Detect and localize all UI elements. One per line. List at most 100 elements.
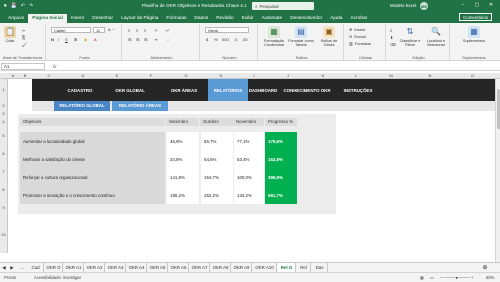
- format-painter-icon[interactable]: 🖌: [22, 42, 27, 47]
- align-top-icon[interactable]: ≡: [128, 28, 130, 33]
- indent-icon[interactable]: ⇥: [154, 37, 157, 42]
- progress-cell[interactable]: 152,8%: [265, 150, 297, 168]
- borders-icon[interactable]: ⊞: [74, 37, 77, 42]
- align-center-icon[interactable]: ☰: [136, 37, 140, 42]
- maximize-icon[interactable]: ▢: [472, 2, 482, 10]
- month-value-cell[interactable]: 252,2%: [200, 186, 233, 204]
- nav-item[interactable]: OKR GLOBAL: [100, 79, 160, 101]
- thousands-icon[interactable]: 000: [222, 37, 229, 42]
- normal-view-icon[interactable]: ▦: [420, 275, 424, 280]
- row-header[interactable]: 4: [0, 116, 8, 127]
- align-left-icon[interactable]: ☰: [128, 37, 132, 42]
- objective-cell[interactable]: Promover a inovação e o crescimento cont…: [20, 186, 165, 204]
- nav-item[interactable]: CONHECIMENTO OKR: [278, 79, 336, 101]
- row-header[interactable]: 10: [0, 217, 8, 253]
- month-value-cell[interactable]: 55,7%: [200, 132, 233, 150]
- month-value-cell[interactable]: 77,1%: [233, 132, 264, 150]
- ribbon-tab[interactable]: Layout da Página: [117, 14, 162, 23]
- save-icon[interactable]: 💾: [11, 3, 17, 9]
- clear-icon[interactable]: ⌫: [390, 42, 396, 47]
- month-value-cell[interactable]: 46,8%: [166, 132, 199, 150]
- autosave-icon[interactable]: ⏺: [4, 3, 7, 9]
- row-header[interactable]: 6: [0, 145, 8, 163]
- ribbon-tab[interactable]: Revisão: [212, 14, 237, 23]
- fill-icon[interactable]: ⬇: [390, 35, 393, 40]
- fx-icon[interactable]: fx: [53, 64, 57, 69]
- row-header[interactable]: 7: [0, 163, 8, 181]
- avatar[interactable]: ME: [420, 2, 428, 10]
- ribbon-tab[interactable]: Fórmulas: [162, 14, 190, 23]
- report-subtab[interactable]: RELATÓRIO GLOBAL: [54, 101, 110, 111]
- cell-styles-button[interactable]: ▣ Estilos de Célula: [316, 26, 342, 47]
- paste-button[interactable]: 📋 Colar: [4, 26, 16, 43]
- vertical-scrollbar[interactable]: [495, 79, 500, 262]
- sort-filter-button[interactable]: ⇅ Classificar e Filtrar: [398, 26, 422, 47]
- cut-icon[interactable]: ✂: [22, 28, 25, 33]
- wrap-text-icon[interactable]: ↵: [166, 28, 169, 33]
- month-value-cell[interactable]: 134,2%: [233, 186, 264, 204]
- close-icon[interactable]: ✕: [486, 2, 496, 10]
- progress-cell[interactable]: 581,7%: [265, 186, 297, 204]
- search-box[interactable]: ⌕ Pesquisar: [252, 2, 314, 10]
- nav-item[interactable]: OKR ÁREAS: [160, 79, 208, 101]
- minimize-icon[interactable]: –: [458, 2, 468, 10]
- align-right-icon[interactable]: ☰: [144, 37, 148, 42]
- zoom-slider[interactable]: – ────●──── +: [440, 275, 473, 280]
- undo-icon[interactable]: ↶: [21, 3, 25, 9]
- copy-icon[interactable]: ⎘: [22, 35, 25, 40]
- name-box[interactable]: A1: [1, 62, 45, 70]
- ribbon-tab[interactable]: Automate: [258, 14, 287, 23]
- row-header[interactable]: 1: [0, 79, 8, 101]
- objective-cell[interactable]: Reforçar a cultura organizacional: [20, 168, 165, 186]
- month-value-cell[interactable]: 64,6%: [200, 150, 233, 168]
- bold-icon[interactable]: N: [51, 37, 54, 42]
- nav-item[interactable]: CADASTRO: [60, 79, 100, 101]
- format-cells-button[interactable]: ▥ Formatar: [349, 41, 371, 46]
- ribbon-tab[interactable]: Desenhar: [88, 14, 117, 23]
- ribbon-tab[interactable]: Arquivo: [4, 14, 28, 23]
- font-color-icon[interactable]: A: [94, 37, 97, 42]
- objective-cell[interactable]: Aumentar a lucratividade global: [20, 132, 165, 150]
- decimal-decrease-icon[interactable]: ,00: [242, 37, 248, 42]
- fill-color-icon[interactable]: ◈: [84, 37, 87, 42]
- report-subtab[interactable]: RELATÓRIO ÁREAS: [112, 101, 168, 111]
- redo-icon[interactable]: ↷: [29, 3, 33, 9]
- font-name-select[interactable]: Calibri: [51, 27, 91, 33]
- accessibility-status[interactable]: Acessibilidade: investigar: [34, 275, 81, 280]
- progress-cell[interactable]: 179,6%: [265, 132, 297, 150]
- row-header[interactable]: 9: [0, 199, 8, 217]
- number-format-select[interactable]: Geral: [205, 27, 249, 33]
- nav-item[interactable]: RELATÓRIOS: [208, 79, 248, 101]
- align-middle-icon[interactable]: ≡: [136, 28, 138, 33]
- row-header[interactable]: 5: [0, 127, 8, 145]
- font-grow-icon[interactable]: A ^: [108, 27, 114, 32]
- month-value-cell[interactable]: 154,7%: [200, 168, 233, 186]
- user-name[interactable]: Modelo Excel: [390, 3, 416, 8]
- ribbon-tab[interactable]: Exibir: [238, 14, 258, 23]
- italic-icon[interactable]: I: [58, 37, 59, 42]
- ribbon-tab[interactable]: Página Inicial: [28, 14, 67, 23]
- objective-cell[interactable]: Melhorar a satisfação do cliente: [20, 150, 165, 168]
- row-header[interactable]: 2: [0, 101, 8, 111]
- progress-cell[interactable]: 396,5%: [265, 168, 297, 186]
- find-select-button[interactable]: 🔍 Localizar e Selecionar: [424, 26, 448, 47]
- month-value-cell[interactable]: 195,2%: [166, 186, 199, 204]
- month-value-cell[interactable]: 53,4%: [233, 150, 264, 168]
- comments-button[interactable]: Comentários: [459, 13, 492, 21]
- conditional-format-button[interactable]: ▦ Formatação Condicional: [262, 26, 286, 47]
- nav-item[interactable]: DASHBOARD: [248, 79, 278, 101]
- page-layout-icon[interactable]: ▭: [430, 275, 434, 280]
- zoom-level[interactable]: 60%: [486, 275, 494, 280]
- font-size-select[interactable]: 11: [93, 27, 105, 33]
- format-table-button[interactable]: ▤ Formatar como Tabela: [288, 26, 314, 47]
- month-value-cell[interactable]: 34,8%: [166, 150, 199, 168]
- currency-icon[interactable]: $: [206, 37, 208, 42]
- ribbon-tab[interactable]: Acrobat: [346, 14, 371, 23]
- ribbon-tab[interactable]: Inserir: [67, 14, 88, 23]
- orientation-icon[interactable]: ↗: [154, 28, 157, 33]
- delete-cells-button[interactable]: ⊖ Excluir: [349, 34, 366, 39]
- nav-item[interactable]: INSTRUÇÕES: [336, 79, 380, 101]
- addins-button[interactable]: ▦ Suplementos: [458, 26, 490, 43]
- merge-center-icon[interactable]: ⇔: [166, 37, 170, 42]
- percent-icon[interactable]: %: [214, 37, 218, 42]
